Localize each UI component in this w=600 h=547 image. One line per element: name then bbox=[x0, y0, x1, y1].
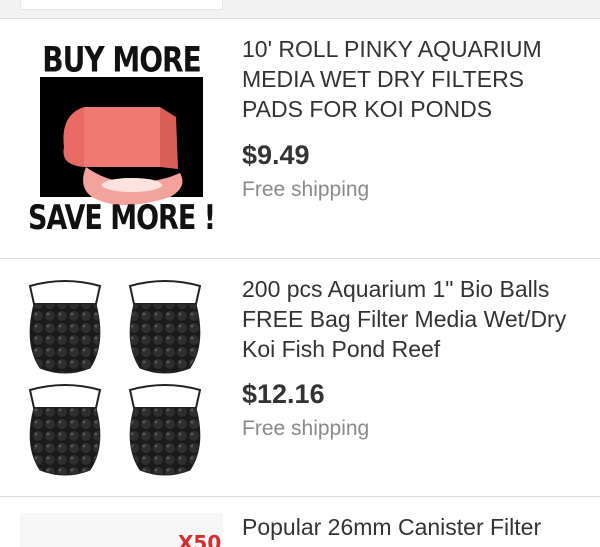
listing-price: $12.16 bbox=[242, 379, 325, 409]
previous-listing-edge bbox=[0, 0, 600, 19]
listing-title[interactable]: 10' ROLL PINKY AQUARIUM MEDIA WET DRY FI… bbox=[242, 34, 582, 124]
listing-thumbnail[interactable]: X50 bbox=[20, 513, 223, 547]
listing-shipping: Free shipping bbox=[242, 178, 370, 201]
listing-thumbnail[interactable]: BUY MORE SAVE MORE ! bbox=[20, 37, 223, 239]
quantity-badge: X50 bbox=[178, 531, 222, 547]
search-results-list: BUY MORE SAVE MORE ! 10' ROLL PINKY AQUA… bbox=[0, 0, 600, 547]
promo-caption-bottom: SAVE MORE ! bbox=[27, 199, 216, 238]
bio-balls-bags-image bbox=[28, 280, 202, 476]
listing-shipping: Free shipping bbox=[242, 417, 370, 440]
listing-item[interactable]: X50 Popular 26mm Canister Filter bbox=[0, 497, 600, 547]
listing-item[interactable]: BUY MORE SAVE MORE ! 10' ROLL PINKY AQUA… bbox=[0, 19, 600, 259]
listing-thumbnail[interactable] bbox=[20, 274, 223, 480]
listing-title[interactable]: 200 pcs Aquarium 1" Bio Balls FREE Bag F… bbox=[242, 274, 582, 364]
listing-title[interactable]: Popular 26mm Canister Filter bbox=[242, 512, 582, 542]
previous-listing-thumbnail-edge bbox=[20, 0, 223, 10]
listing-price: $9.49 bbox=[242, 140, 310, 170]
listing-item[interactable]: 200 pcs Aquarium 1" Bio Balls FREE Bag F… bbox=[0, 259, 600, 497]
